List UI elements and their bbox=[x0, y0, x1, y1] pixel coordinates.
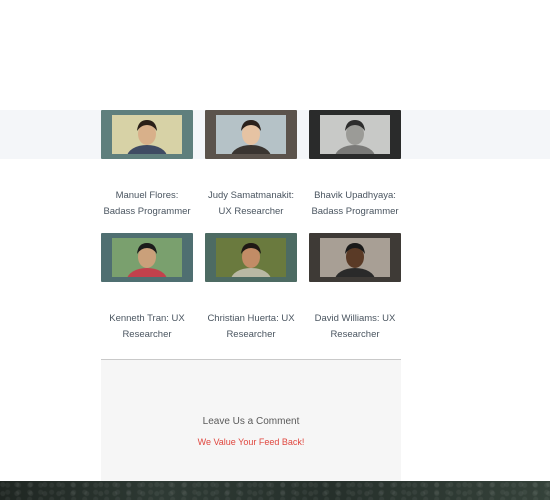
team-member-judy: Judy Samatmanakit: UX Researcher bbox=[205, 110, 309, 217]
member-name: Kenneth Tran: UX bbox=[109, 313, 185, 324]
team-member-bhavik: Bhavik Upadhyaya: Badass Programmer bbox=[309, 110, 413, 217]
page: Manuel Flores: Badass Programmer Judy Sa… bbox=[0, 0, 550, 500]
member-caption: Bhavik Upadhyaya: Badass Programmer bbox=[303, 188, 407, 220]
team-member-kenneth: Kenneth Tran: UX Researcher bbox=[101, 233, 205, 340]
member-name: Manuel Flores: bbox=[115, 190, 179, 201]
avatar-photo[interactable] bbox=[205, 110, 297, 159]
member-role: Researcher bbox=[330, 329, 380, 340]
member-role: Researcher bbox=[226, 329, 276, 340]
member-caption: Christian Huerta: UX Researcher bbox=[199, 311, 303, 343]
portrait-image bbox=[112, 115, 182, 154]
team-member-manuel: Manuel Flores: Badass Programmer bbox=[101, 110, 205, 217]
member-name: Judy Samatmanakit: bbox=[207, 190, 295, 201]
portrait-image bbox=[320, 115, 390, 154]
avatar-photo[interactable] bbox=[101, 110, 193, 159]
member-name: Bhavik Upadhyaya: bbox=[314, 190, 396, 201]
portrait-image bbox=[216, 238, 286, 277]
portrait-image bbox=[112, 238, 182, 277]
comment-heading: Leave Us a Comment bbox=[202, 416, 300, 427]
member-caption: David Williams: UX Researcher bbox=[303, 311, 407, 343]
portrait-image bbox=[216, 115, 286, 154]
member-caption: Manuel Flores: Badass Programmer bbox=[95, 188, 199, 220]
team-member-david: David Williams: UX Researcher bbox=[309, 233, 413, 340]
member-role: UX Researcher bbox=[218, 206, 284, 217]
member-role: Badass Programmer bbox=[103, 206, 191, 217]
member-role: Researcher bbox=[122, 329, 172, 340]
feedback-link[interactable]: We Value Your Feed Back! bbox=[101, 437, 401, 447]
member-name: David Williams: UX bbox=[314, 313, 396, 324]
member-name: Christian Huerta: UX bbox=[207, 313, 295, 324]
comment-section: Leave Us a Comment We Value Your Feed Ba… bbox=[101, 360, 401, 481]
avatar-photo[interactable] bbox=[309, 233, 401, 282]
member-role: Badass Programmer bbox=[311, 206, 399, 217]
member-caption: Judy Samatmanakit: UX Researcher bbox=[199, 188, 303, 220]
avatar-photo[interactable] bbox=[205, 233, 297, 282]
portrait-image bbox=[320, 238, 390, 277]
team-member-christian: Christian Huerta: UX Researcher bbox=[205, 233, 309, 340]
avatar-photo[interactable] bbox=[101, 233, 193, 282]
footer-background bbox=[0, 481, 550, 500]
avatar-photo[interactable] bbox=[309, 110, 401, 159]
member-caption: Kenneth Tran: UX Researcher bbox=[95, 311, 199, 343]
